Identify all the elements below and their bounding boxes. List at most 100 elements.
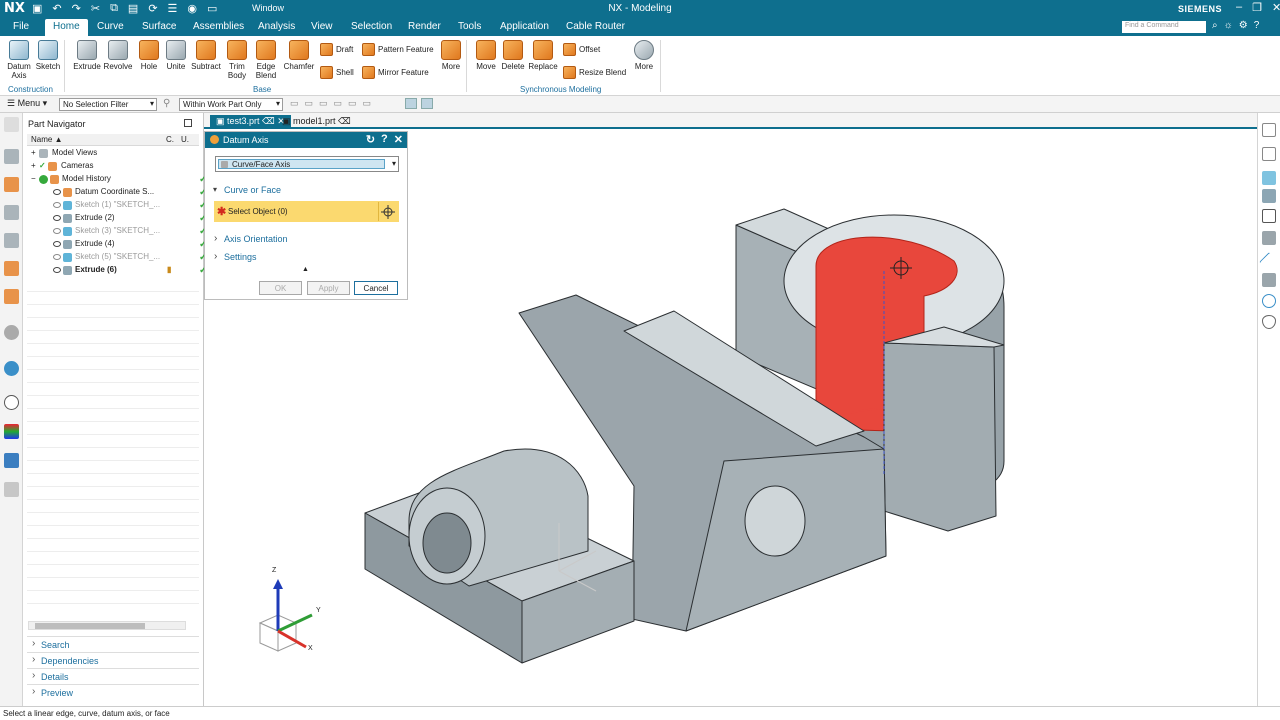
eye-view-icon[interactable] (1263, 149, 1277, 163)
trim-body-button[interactable]: Trim Body (224, 40, 250, 80)
circle-icon[interactable] (1262, 294, 1276, 308)
command-search-input[interactable]: Find a Command (1122, 21, 1206, 33)
ok-button[interactable]: OK (259, 281, 302, 295)
resize-blend-button[interactable]: Resize Blend (563, 66, 626, 79)
offset-region-button[interactable]: Offset (563, 43, 600, 56)
column-name[interactable]: Name ▲ (31, 135, 62, 144)
selection-tools-icons[interactable]: ▭▭▭▭▭▭ (290, 98, 377, 109)
selection-filter-dropdown[interactable]: No Selection Filter (59, 98, 157, 111)
section-axis-orientation[interactable]: Axis Orientation (211, 233, 403, 244)
fit-view-icon[interactable] (1262, 209, 1276, 223)
type-dropdown[interactable]: Curve/Face Axis ▾ (215, 156, 399, 172)
tab-cable-router[interactable]: Cable Router (566, 21, 625, 32)
eye-icon[interactable] (53, 215, 61, 221)
hole-button[interactable]: Hole (136, 40, 162, 71)
select-object-row[interactable]: ✱ Select Object (0) (214, 201, 399, 222)
view-triad[interactable]: Z Y X (250, 567, 330, 661)
hide-eye-icon[interactable] (1262, 315, 1276, 329)
selection-scope-dropdown[interactable]: Within Work Part Only (179, 98, 283, 111)
replace-face-button[interactable]: Replace (528, 40, 558, 71)
constraint-navigator-icon[interactable] (4, 205, 19, 220)
eye-hidden-icon[interactable] (53, 254, 61, 260)
panel-search[interactable]: Search (27, 636, 199, 651)
clock-icon[interactable] (4, 395, 19, 410)
help-icon[interactable]: ? (381, 133, 388, 146)
select-crosshair-button[interactable] (378, 202, 397, 221)
search-icon[interactable]: ⌕ (1212, 20, 1218, 31)
sketch-button[interactable]: Sketch (35, 40, 61, 71)
panel-dependencies[interactable]: Dependencies (27, 652, 199, 667)
reset-icon[interactable]: ↻ (366, 133, 375, 146)
tree-item-sketch-5[interactable]: Sketch (5) "SKETCH_... (27, 251, 199, 264)
close-icon[interactable]: ✕ (394, 133, 403, 146)
edge-blend-button[interactable]: Edge Blend (252, 40, 280, 80)
ruler-icon[interactable] (1262, 123, 1276, 137)
tip-icon[interactable]: ☼ (1224, 20, 1233, 31)
tree-item-extrude-6[interactable]: Extrude (6) ▮ (27, 264, 199, 277)
collapse-icon[interactable]: ▲ (302, 266, 309, 273)
hd3d-tools-icon[interactable] (4, 261, 19, 276)
tab-view[interactable]: View (311, 21, 333, 32)
tools-icon[interactable] (4, 482, 19, 497)
tab-assemblies[interactable]: Assemblies (193, 21, 244, 32)
cylinder-bore-face[interactable] (422, 512, 472, 574)
system-materials-icon[interactable] (4, 453, 19, 468)
tree-item-model-history[interactable]: − Model History (27, 173, 199, 186)
tab-home[interactable]: Home (45, 19, 88, 36)
help-icon[interactable]: ? (1254, 20, 1260, 31)
history-palette-icon[interactable] (4, 325, 19, 340)
navigator-pin-icon[interactable] (184, 119, 192, 127)
tree-item-model-views[interactable]: + Model Views (27, 147, 199, 160)
tab-selection[interactable]: Selection (351, 21, 392, 32)
draft-button[interactable]: Draft (320, 43, 353, 56)
column-uptodate[interactable]: U. (181, 135, 189, 144)
column-current[interactable]: C. (166, 135, 174, 144)
navigator-hscrollbar[interactable] (28, 621, 186, 630)
extrude-button[interactable]: Extrude (73, 40, 101, 71)
tab-model1-prt[interactable]: ▣ model1.prt ⌫ (276, 115, 357, 129)
revolve-button[interactable]: Revolve (103, 40, 133, 71)
settings-icon[interactable]: ⚙ (1239, 20, 1248, 31)
blend-icon[interactable] (1262, 273, 1276, 287)
reuse-library-icon[interactable] (4, 233, 19, 248)
section-settings[interactable]: Settings (211, 251, 403, 262)
menu-button[interactable]: ☰ Menu ▾ (7, 98, 47, 109)
show-hide-icon[interactable] (421, 98, 433, 109)
panel-preview[interactable]: Preview (27, 684, 199, 699)
right-block-front-face[interactable] (883, 342, 997, 532)
tab-curve[interactable]: Curve (97, 21, 124, 32)
close-icon[interactable]: ✕ (1272, 1, 1280, 14)
settings-gear-icon[interactable] (4, 117, 19, 132)
tree-item-extrude-4[interactable]: Extrude (4) (27, 238, 199, 251)
filter-icon[interactable]: ⚲ (163, 98, 170, 109)
mirror-feature-button[interactable]: Mirror Feature (362, 66, 429, 79)
delete-face-button[interactable]: Delete (500, 40, 526, 71)
line-icon[interactable] (1259, 252, 1279, 272)
unite-button[interactable]: Unite (163, 40, 189, 71)
panel-details[interactable]: Details (27, 668, 199, 683)
restore-icon[interactable]: ❐ (1252, 1, 1262, 14)
tab-render[interactable]: Render (408, 21, 441, 32)
sync-more-button[interactable]: More (633, 40, 655, 71)
tab-application[interactable]: Application (500, 21, 549, 32)
section-curve-or-face[interactable]: Curve or Face (211, 185, 403, 195)
part-navigator-icon[interactable] (4, 177, 19, 192)
eye-icon[interactable] (53, 241, 61, 247)
eye-hidden-icon[interactable] (53, 202, 61, 208)
tree-item-sketch-1[interactable]: Sketch (1) "SKETCH_... (27, 199, 199, 212)
chamfer-button[interactable]: Chamfer (283, 40, 315, 71)
scrollbar-thumb[interactable] (35, 623, 145, 629)
eye-hidden-icon[interactable] (53, 228, 61, 234)
tree-item-cameras[interactable]: + ✓ Cameras (27, 160, 199, 173)
tab-tools[interactable]: Tools (458, 21, 481, 32)
eye-icon[interactable] (53, 189, 61, 195)
datum-axis-button[interactable]: Datum Axis (5, 40, 33, 80)
tree-item-datum-csys[interactable]: Datum Coordinate S... (27, 186, 199, 199)
apply-button[interactable]: Apply (307, 281, 350, 295)
eye-icon[interactable] (53, 267, 61, 273)
tab-analysis[interactable]: Analysis (258, 21, 295, 32)
subtract-button[interactable]: Subtract (190, 40, 222, 71)
dialog-title-bar[interactable]: Datum Axis ↻ ? ✕ (205, 132, 407, 148)
tab-surface[interactable]: Surface (142, 21, 176, 32)
web-browser-icon[interactable] (4, 289, 19, 304)
